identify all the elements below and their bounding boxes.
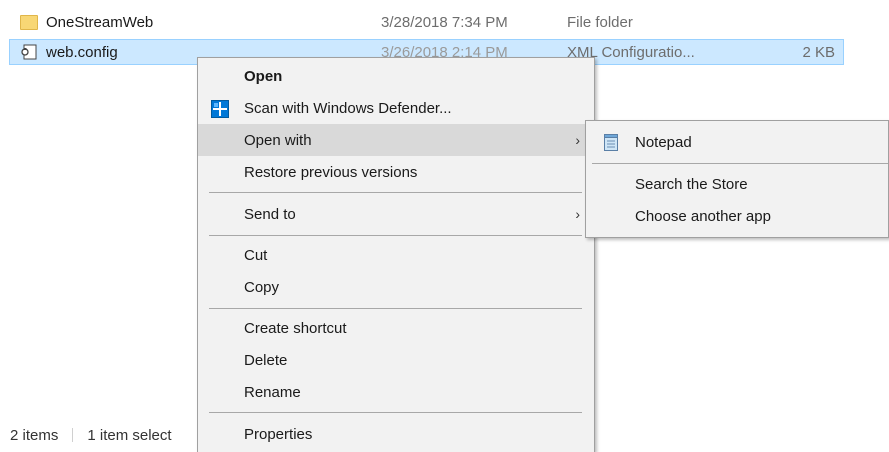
menu-item-copy[interactable]: Copy (198, 271, 594, 303)
file-name-cell: web.config (20, 44, 118, 61)
menu-label: Open with (244, 131, 312, 149)
menu-label: Scan with Windows Defender... (244, 99, 452, 117)
folder-icon (20, 14, 38, 30)
file-date: 3/28/2018 7:34 PM (381, 13, 508, 31)
windows-defender-icon (211, 100, 229, 122)
submenu-label: Choose another app (635, 207, 771, 225)
menu-separator (209, 192, 582, 193)
submenu-label: Notepad (635, 133, 692, 151)
menu-item-scan-defender[interactable]: Scan with Windows Defender... (198, 92, 594, 124)
config-file-icon (20, 44, 38, 60)
menu-label: Create shortcut (244, 319, 347, 337)
submenu-separator (592, 163, 888, 164)
menu-label: Send to (244, 205, 296, 223)
menu-separator (209, 412, 582, 413)
status-selection: 1 item select (87, 426, 172, 444)
chevron-right-icon: › (575, 206, 580, 222)
chevron-right-icon: › (575, 132, 580, 148)
status-bar: 2 items 1 item select (10, 425, 172, 445)
open-with-submenu: Notepad Search the Store Choose another … (585, 120, 889, 238)
menu-item-restore-previous[interactable]: Restore previous versions (198, 156, 594, 188)
file-row-onestreamweb[interactable]: OneStreamWeb 3/28/2018 7:34 PM File fold… (10, 10, 843, 34)
menu-label: Properties (244, 425, 313, 443)
menu-separator (209, 308, 582, 309)
menu-label: Open (244, 67, 283, 85)
menu-item-rename[interactable]: Rename (198, 376, 594, 408)
menu-label: Rename (244, 383, 301, 401)
menu-item-delete[interactable]: Delete (198, 344, 594, 376)
submenu-item-notepad[interactable]: Notepad (586, 126, 888, 158)
menu-label: Cut (244, 246, 268, 264)
submenu-item-choose-another-app[interactable]: Choose another app (586, 200, 888, 232)
file-size: 2 KB (802, 43, 835, 61)
status-item-count: 2 items (10, 426, 59, 444)
file-name: OneStreamWeb (46, 13, 154, 31)
menu-item-send-to[interactable]: Send to › (198, 198, 594, 230)
file-name: web.config (46, 43, 118, 61)
menu-label: Copy (244, 278, 280, 296)
file-type: File folder (567, 13, 633, 31)
notepad-icon (603, 134, 619, 155)
menu-separator (209, 235, 582, 236)
status-separator (72, 428, 74, 442)
menu-item-open[interactable]: Open (198, 60, 594, 92)
menu-item-create-shortcut[interactable]: Create shortcut (198, 312, 594, 344)
submenu-label: Search the Store (635, 175, 748, 193)
menu-item-cut[interactable]: Cut (198, 239, 594, 271)
menu-label: Restore previous versions (244, 163, 418, 181)
menu-item-open-with[interactable]: Open with › (198, 124, 594, 156)
file-name-cell: OneStreamWeb (20, 14, 153, 31)
submenu-item-search-store[interactable]: Search the Store (586, 168, 888, 200)
context-menu: Open Scan with Windows Defender... Open … (197, 57, 595, 452)
menu-item-properties[interactable]: Properties (198, 418, 594, 450)
menu-label: Delete (244, 351, 288, 369)
